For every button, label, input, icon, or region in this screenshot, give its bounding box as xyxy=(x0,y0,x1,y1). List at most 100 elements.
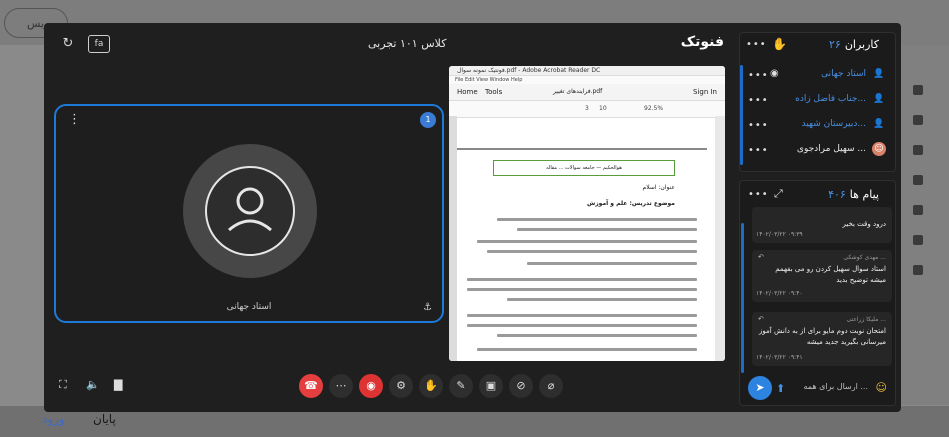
tile-audio-badge: 1 xyxy=(420,112,436,128)
user-row[interactable]: ••• جناب فاضل زاده... 👤 xyxy=(742,88,892,113)
doc-text-line xyxy=(487,250,697,253)
attach-icon[interactable]: ⬆ xyxy=(776,382,786,395)
speaker-icon[interactable]: 🔈 xyxy=(86,378,100,391)
record-icon[interactable]: ◉ xyxy=(359,374,383,398)
doc-text-line xyxy=(507,298,697,301)
user-icon: 👤 xyxy=(873,94,885,104)
doc-text-line xyxy=(467,278,697,281)
brand-logo: فنوتک xyxy=(680,34,724,50)
doc-text-line xyxy=(467,314,697,317)
share-document-page: هوالحکیم — جامعه سوالات ... مقاله عنوان:… xyxy=(457,120,711,356)
users-header: ••• ✋ ۲۶ کاربران xyxy=(740,33,895,57)
message-item: ↶ مهدی کوشکی ... استاد سوال سهیل کردن رو… xyxy=(752,250,892,302)
doc-line-2: موضوع تدریس: علم و آموزش xyxy=(586,200,675,207)
participant-name: استاد جهانی xyxy=(226,302,272,312)
share-tab-signin: Sign In xyxy=(693,88,717,96)
user-more-icon[interactable]: ••• xyxy=(748,145,769,156)
doc-line-1: عنوان: اسلام xyxy=(642,184,675,191)
share-tab-home: Home xyxy=(457,88,478,96)
screen-share-view: فونتیک نمونه سوال.pdf - Adobe Acrobat Re… xyxy=(449,66,725,361)
class-title: کلاس ۱۰۱ تجربی xyxy=(368,37,447,50)
message-input[interactable]: ارسال برای همه ... xyxy=(803,382,868,391)
user-icon: 👤 xyxy=(873,69,885,79)
message-author: مهدی کوشکی ... xyxy=(843,254,886,261)
expand-icon[interactable]: ⤢ xyxy=(774,187,784,201)
share-page: 3 xyxy=(585,105,589,112)
raise-hand-icon[interactable]: ✋ xyxy=(772,37,788,51)
doc-text-line xyxy=(517,228,697,231)
share-scrollbar xyxy=(715,116,725,361)
user-icon: 👤 xyxy=(873,119,885,129)
share-window-title: فونتیک نمونه سوال.pdf - Adobe Acrobat Re… xyxy=(449,66,725,76)
users-more-icon[interactable]: ••• xyxy=(746,39,767,50)
language-toggle[interactable]: fa xyxy=(88,35,110,53)
user-name: استاد جهانی xyxy=(821,69,866,79)
camera-off-icon[interactable]: ⊘ xyxy=(509,374,533,398)
user-row[interactable]: ••• سهیل مرادجوی ... ☺ xyxy=(742,138,892,163)
message-item: درود وقت بخیر ۱۴۰۲/۰۳/۲۲ ۰۹:۳۹ xyxy=(752,207,892,243)
user-more-icon[interactable]: ••• xyxy=(748,95,769,106)
user-row[interactable]: ••• دبیرستان شهید... 👤 xyxy=(742,113,892,138)
message-item: ↶ ملیکا زراعتی ... امتحان نوبت دوم مایو … xyxy=(752,312,892,366)
classroom-modal: ↻ fa کلاس ۱۰۱ تجربی فنوتک ⋮ 1 استاد جهان… xyxy=(44,23,901,412)
send-button[interactable]: ➤ xyxy=(748,376,772,400)
background-sidebar xyxy=(899,45,949,405)
end-call-button[interactable]: ☎ xyxy=(299,374,323,398)
doc-text-line xyxy=(497,218,697,221)
fullscreen-icon[interactable]: ⛶ xyxy=(59,378,67,392)
messages-title: ۴۰۶ پیام ها xyxy=(828,188,879,201)
reply-icon[interactable]: ↶ xyxy=(758,253,764,261)
user-status-icon: ◉ xyxy=(770,68,780,79)
avatar xyxy=(183,144,317,278)
share-tabs: Home Tools فرایندهای تغییر.pdf Sign In xyxy=(449,84,725,101)
background-row-enter: ورود xyxy=(42,412,65,426)
messages-panel: ••• ⤢ ۴۰۶ پیام ها درود وقت بخیر ۱۴۰۲/۰۳/۲… xyxy=(739,180,896,406)
doc-text-line xyxy=(497,334,697,337)
signal-icon[interactable]: ▇ xyxy=(114,378,122,391)
message-composer: ➤ ⬆ ارسال برای همه ... ☺ xyxy=(744,376,892,400)
message-text: درود وقت بخیر xyxy=(842,220,887,228)
refresh-icon[interactable]: ↻ xyxy=(59,35,77,53)
message-time: ۱۴۰۲/۰۳/۲۲ ۰۹:۳۹ xyxy=(756,231,803,238)
doc-text-line xyxy=(477,240,697,243)
mic-off-icon[interactable]: ⌀ xyxy=(539,374,563,398)
participant-video-tile[interactable]: ⋮ 1 استاد جهانی ⚓ xyxy=(54,104,444,323)
more-icon[interactable]: ⋯ xyxy=(329,374,353,398)
share-tab-file: فرایندهای تغییر.pdf xyxy=(553,88,603,95)
share-zoom: 92.5% xyxy=(644,105,664,112)
pin-icon[interactable]: ⚓ xyxy=(423,302,432,313)
message-time: ۱۴۰۲/۰۳/۲۲ ۰۹:۴۰ xyxy=(756,290,803,297)
share-tab-tools: Tools xyxy=(485,88,503,96)
doc-text-line xyxy=(477,348,697,351)
user-more-icon[interactable]: ••• xyxy=(748,120,769,131)
message-author: ملیکا زراعتی ... xyxy=(846,316,886,323)
user-name: دبیرستان شهید... xyxy=(801,119,866,129)
share-pages-total: 10 xyxy=(599,105,607,112)
message-text: استاد سوال سهیل کردن رو می‌ بفهمم میشه ت… xyxy=(775,265,886,284)
users-count: ۲۶ xyxy=(829,38,841,51)
share-left-gutter xyxy=(449,116,457,361)
share-toolbar: 3 10 92.5% xyxy=(449,101,725,118)
call-controls: ⛶ 🔈 ▇ ☎ ⋯ ◉ ⚙ ✋ ✎ ▣ ⊘ ⌀ xyxy=(44,369,734,405)
reply-icon[interactable]: ↶ xyxy=(758,315,764,323)
doc-rule xyxy=(457,148,707,150)
doc-text-line xyxy=(467,288,697,291)
user-row[interactable]: ••• ◉ استاد جهانی 👤 xyxy=(742,63,892,88)
user-more-icon[interactable]: ••• xyxy=(748,70,769,81)
messages-count: ۴۰۶ xyxy=(828,188,846,201)
pen-icon[interactable]: ✎ xyxy=(449,374,473,398)
emoji-icon[interactable]: ☺ xyxy=(876,381,888,394)
tile-more-icon[interactable]: ⋮ xyxy=(68,112,81,127)
doc-text-line xyxy=(467,324,697,327)
user-name: جناب فاضل زاده... xyxy=(795,94,866,104)
users-panel: ••• ✋ ۲۶ کاربران ••• ◉ استاد جهانی 👤 ••• … xyxy=(739,32,896,172)
settings-icon[interactable]: ⚙ xyxy=(389,374,413,398)
raise-hand-icon[interactable]: ✋ xyxy=(419,374,443,398)
doc-header-box: هوالحکیم — جامعه سوالات ... مقاله xyxy=(493,160,675,176)
share-screen-icon[interactable]: ▣ xyxy=(479,374,503,398)
messages-more-icon[interactable]: ••• xyxy=(748,189,769,200)
title-bar: ↻ fa کلاس ۱۰۱ تجربی فنوتک xyxy=(44,23,734,65)
messages-scroll-accent xyxy=(741,223,744,373)
user-avatar-icon: ☺ xyxy=(872,142,886,156)
message-text: امتحان نوبت دوم مایو برای از به دانش آمو… xyxy=(759,327,886,346)
